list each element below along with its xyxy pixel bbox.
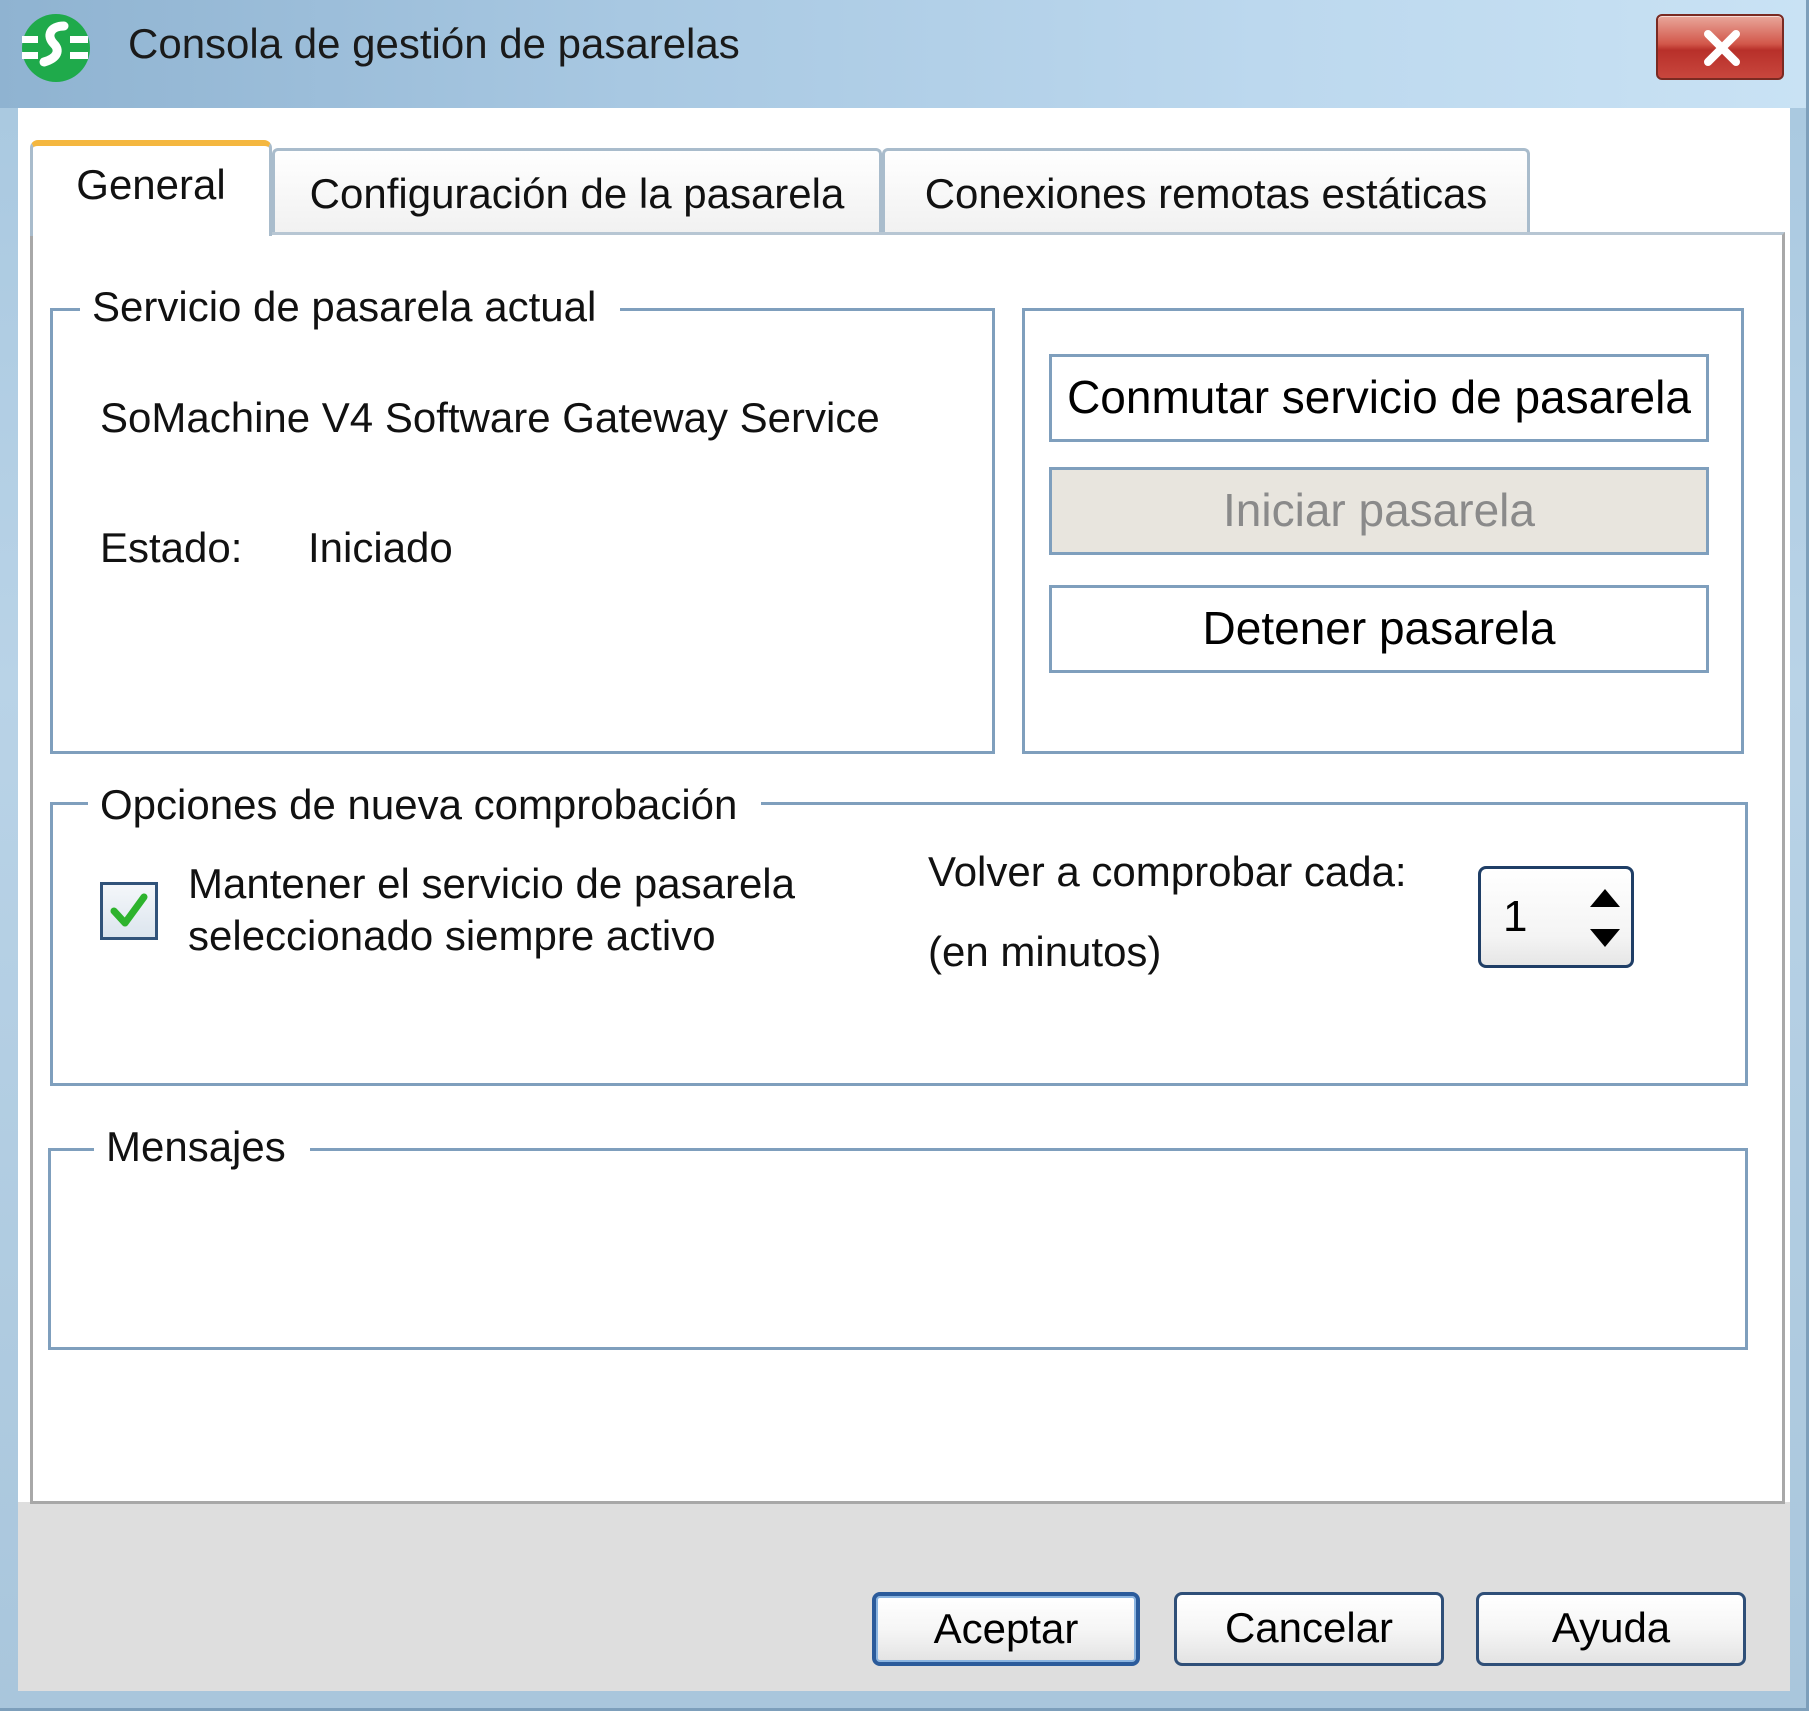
switch-gateway-service-button[interactable]: Conmutar servicio de pasarela bbox=[1049, 354, 1709, 442]
title-bar[interactable]: Consola de gestión de pasarelas bbox=[0, 0, 1806, 108]
start-gateway-button[interactable]: Iniciar pasarela bbox=[1049, 467, 1709, 555]
spin-down-arrow-icon[interactable] bbox=[1587, 923, 1623, 953]
keep-service-active-label-line2: seleccionado siempre activo bbox=[188, 912, 716, 959]
service-name: SoMachine V4 Software Gateway Service bbox=[100, 394, 880, 441]
current-service-group-label: Servicio de pasarela actual bbox=[80, 284, 621, 330]
status-value: Iniciado bbox=[308, 524, 453, 571]
recheck-interval-label: Volver a comprobar cada: bbox=[928, 848, 1407, 895]
recheck-options-group-label: Opciones de nueva comprobación bbox=[88, 782, 762, 828]
help-button[interactable]: Ayuda bbox=[1476, 1592, 1746, 1666]
tab-general[interactable]: General bbox=[30, 140, 272, 236]
recheck-interval-value[interactable]: 1 bbox=[1503, 891, 1527, 943]
stop-gateway-button[interactable]: Detener pasarela bbox=[1049, 585, 1709, 673]
recheck-interval-spinner[interactable]: 1 bbox=[1478, 866, 1634, 968]
messages-group bbox=[48, 1148, 1748, 1350]
messages-group-label: Mensajes bbox=[94, 1124, 310, 1170]
spin-up-arrow-icon[interactable] bbox=[1587, 883, 1623, 913]
checkmark-icon bbox=[110, 893, 148, 927]
recheck-interval-unit: (en minutos) bbox=[928, 928, 1162, 975]
gateway-console-window: Consola de gestión de pasarelas General … bbox=[0, 0, 1809, 1711]
keep-service-active-label-line1: Mantener el servicio de pasarela bbox=[188, 860, 795, 907]
cancel-button[interactable]: Cancelar bbox=[1174, 1592, 1444, 1666]
keep-service-active-checkbox[interactable] bbox=[100, 882, 158, 940]
tab-gateway-configuration[interactable]: Configuración de la pasarela bbox=[272, 148, 882, 232]
status-label: Estado: bbox=[100, 524, 243, 571]
window-title: Consola de gestión de pasarelas bbox=[128, 20, 740, 67]
close-icon bbox=[1704, 30, 1740, 66]
tab-static-remote-connections[interactable]: Conexiones remotas estáticas bbox=[882, 148, 1530, 232]
ok-button[interactable]: Aceptar bbox=[872, 1592, 1140, 1666]
close-button[interactable] bbox=[1656, 14, 1784, 80]
schneider-electric-logo-icon bbox=[22, 14, 90, 82]
